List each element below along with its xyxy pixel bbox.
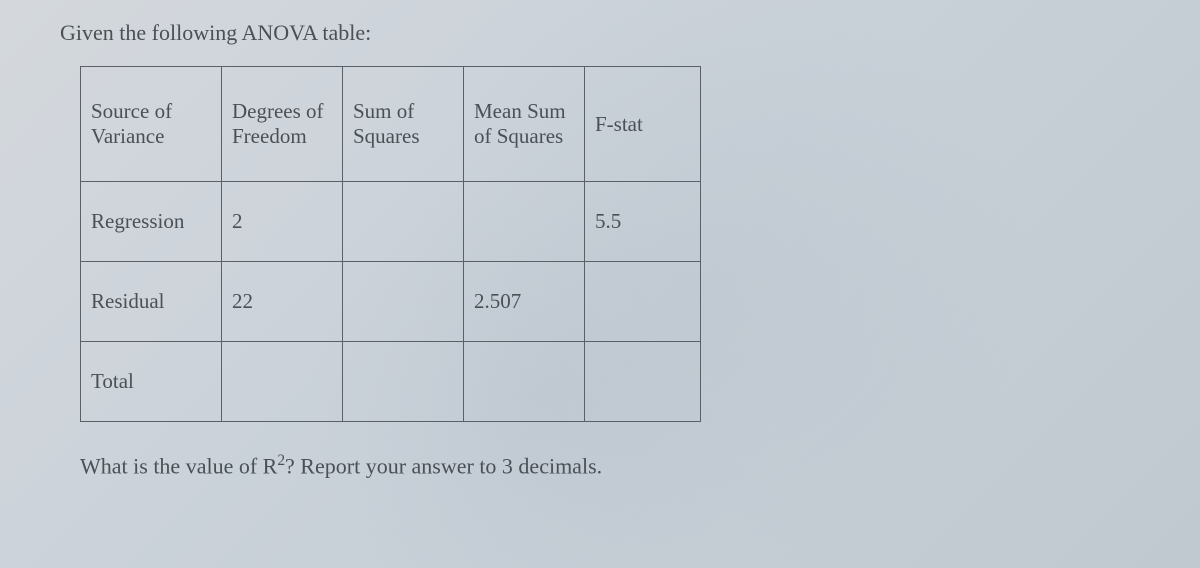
anova-table: Source of Variance Degrees of Freedom Su… xyxy=(80,66,701,422)
cell-residual-fstat xyxy=(585,262,701,342)
cell-regression-ss xyxy=(343,182,464,262)
page-heading: Given the following ANOVA table: xyxy=(60,20,1140,46)
cell-residual-dof: 22 xyxy=(222,262,343,342)
cell-residual-label: Residual xyxy=(81,262,222,342)
question-prefix: What is the value of R xyxy=(80,453,277,478)
cell-residual-ss xyxy=(343,262,464,342)
cell-regression-label: Regression xyxy=(81,182,222,262)
question-exponent: 2 xyxy=(277,452,285,469)
col-header-mss: Mean Sum of Squares xyxy=(464,67,585,182)
question-suffix: ? Report your answer to 3 decimals. xyxy=(285,453,602,478)
cell-total-fstat xyxy=(585,342,701,422)
cell-regression-mss xyxy=(464,182,585,262)
col-header-source: Source of Variance xyxy=(81,67,222,182)
cell-regression-fstat: 5.5 xyxy=(585,182,701,262)
table-header-row: Source of Variance Degrees of Freedom Su… xyxy=(81,67,701,182)
table-row-total: Total xyxy=(81,342,701,422)
cell-total-ss xyxy=(343,342,464,422)
table-row-residual: Residual 22 2.507 xyxy=(81,262,701,342)
col-header-fstat: F-stat xyxy=(585,67,701,182)
cell-total-label: Total xyxy=(81,342,222,422)
table-row-regression: Regression 2 5.5 xyxy=(81,182,701,262)
col-header-dof: Degrees of Freedom xyxy=(222,67,343,182)
cell-total-mss xyxy=(464,342,585,422)
cell-residual-mss: 2.507 xyxy=(464,262,585,342)
cell-regression-dof: 2 xyxy=(222,182,343,262)
question-text: What is the value of R2? Report your ans… xyxy=(80,452,1140,479)
cell-total-dof xyxy=(222,342,343,422)
col-header-ss: Sum of Squares xyxy=(343,67,464,182)
